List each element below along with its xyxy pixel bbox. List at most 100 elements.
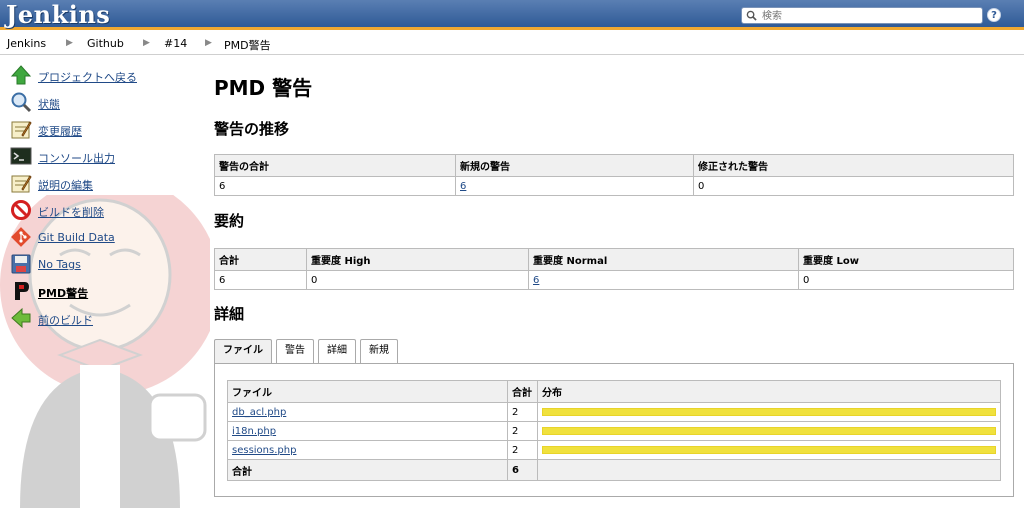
file-link[interactable]: sessions.php — [232, 445, 296, 456]
summary-header-high: 重要度 High — [306, 248, 529, 271]
table-row: db_acl.php 2 — [227, 402, 1001, 422]
breadcrumb-build[interactable]: #14 — [164, 37, 187, 50]
total-value: 6 — [507, 459, 538, 481]
breadcrumb-separator-icon: ▶ — [143, 38, 150, 48]
details-heading: 詳細 — [214, 305, 245, 323]
no-entry-icon — [11, 200, 31, 220]
sidebar-item-label[interactable]: ビルドを削除 — [38, 204, 104, 220]
up-arrow-icon — [10, 65, 32, 85]
summary-total-value: 6 — [214, 270, 307, 290]
file-distribution-cell — [537, 440, 1001, 460]
trend-header-total: 警告の合計 — [214, 154, 456, 177]
table-row: 6 6 0 — [214, 176, 1014, 196]
sidebar-item-previous-build[interactable]: 前のビルド — [10, 307, 200, 331]
save-icon — [11, 254, 31, 274]
help-icon[interactable]: ? — [987, 8, 1001, 22]
tab-new[interactable]: 新規 — [360, 339, 398, 363]
file-count: 2 — [507, 402, 538, 422]
trend-heading: 警告の推移 — [214, 120, 290, 138]
sidebar-item-status[interactable]: 状態 — [10, 91, 200, 115]
summary-header-total: 合計 — [214, 248, 307, 271]
jenkins-logo[interactable]: Jenkins — [6, 0, 110, 29]
trend-new-link[interactable]: 6 — [460, 181, 466, 192]
sidebar-item-label[interactable]: Git Build Data — [38, 231, 115, 244]
sidebar-item-label[interactable]: 状態 — [38, 96, 60, 112]
git-icon — [11, 227, 31, 247]
distribution-bar[interactable] — [542, 427, 996, 435]
tab-panel: ファイル 合計 分布 db_acl.php 2 i18n.php 2 sessi… — [214, 363, 1014, 497]
sidebar-item-label[interactable]: 説明の編集 — [38, 177, 93, 193]
file-distribution-cell — [537, 402, 1001, 422]
file-link[interactable]: db_acl.php — [232, 407, 286, 418]
total-empty-cell — [537, 459, 1001, 481]
sidebar-item-no-tags[interactable]: No Tags — [10, 253, 200, 277]
sidebar-item-back-to-project[interactable]: プロジェクトへ戻る — [10, 64, 200, 88]
table-total-row: 合計 6 — [227, 459, 1001, 481]
file-distribution-cell — [537, 421, 1001, 441]
sidebar-item-edit-description[interactable]: 説明の編集 — [10, 172, 200, 196]
sidebar-item-label[interactable]: 前のビルド — [38, 312, 93, 328]
file-cell: sessions.php — [227, 440, 508, 460]
pmd-icon — [15, 282, 29, 300]
files-table: ファイル 合計 分布 db_acl.php 2 i18n.php 2 sessi… — [227, 380, 1001, 481]
header-bar: Jenkins ? — [0, 0, 1024, 30]
left-arrow-icon — [11, 307, 31, 329]
trend-header-new: 新規の警告 — [455, 154, 694, 177]
table-header-row: 警告の合計 新規の警告 修正された警告 — [214, 154, 1014, 177]
trend-total-value: 6 — [214, 176, 456, 196]
breadcrumb-separator-icon: ▶ — [205, 38, 212, 48]
summary-normal-cell: 6 — [528, 270, 799, 290]
sidebar-item-pmd-warnings[interactable]: PMD警告 — [10, 280, 200, 304]
summary-heading: 要約 — [214, 212, 245, 230]
sidebar-item-label[interactable]: プロジェクトへ戻る — [38, 69, 137, 85]
files-header-file: ファイル — [227, 380, 508, 403]
sidebar-item-console[interactable]: コンソール出力 — [10, 145, 200, 169]
trend-table: 警告の合計 新規の警告 修正された警告 6 6 0 — [214, 154, 1014, 196]
trend-new-cell: 6 — [455, 176, 694, 196]
table-row: i18n.php 2 — [227, 421, 1001, 441]
summary-header-low: 重要度 Low — [798, 248, 1014, 271]
page-title: PMD 警告 — [214, 76, 313, 100]
sidebar-item-label[interactable]: コンソール出力 — [38, 150, 115, 166]
breadcrumb-github[interactable]: Github — [87, 37, 124, 50]
breadcrumb-jenkins[interactable]: Jenkins — [7, 37, 46, 50]
magnifier-icon — [11, 92, 32, 113]
file-cell: db_acl.php — [227, 402, 508, 422]
tab-warnings[interactable]: 警告 — [276, 339, 314, 363]
table-header-row: 合計 重要度 High 重要度 Normal 重要度 Low — [214, 248, 1014, 271]
trend-fixed-value: 0 — [693, 176, 1014, 196]
table-row: sessions.php 2 — [227, 440, 1001, 460]
sidebar-item-delete-build[interactable]: ビルドを削除 — [10, 199, 200, 223]
search-input[interactable] — [762, 9, 980, 23]
summary-header-normal: 重要度 Normal — [528, 248, 799, 271]
summary-table: 合計 重要度 High 重要度 Normal 重要度 Low 6 0 6 0 — [214, 248, 1014, 290]
sidebar-item-label[interactable]: 変更履歴 — [38, 123, 82, 139]
sidebar-item-changes[interactable]: 変更履歴 — [10, 118, 200, 142]
tab-files[interactable]: ファイル — [214, 339, 272, 364]
summary-normal-link[interactable]: 6 — [533, 275, 539, 286]
sidebar-item-label[interactable]: PMD警告 — [38, 285, 88, 301]
summary-high-value: 0 — [306, 270, 529, 290]
file-cell: i18n.php — [227, 421, 508, 441]
files-header-count: 合計 — [507, 380, 538, 403]
table-header-row: ファイル 合計 分布 — [227, 380, 1001, 403]
files-header-distribution: 分布 — [537, 380, 1001, 403]
breadcrumb-pmd[interactable]: PMD警告 — [224, 37, 271, 53]
tab-details[interactable]: 詳細 — [318, 339, 356, 363]
sidebar-item-git-build-data[interactable]: Git Build Data — [10, 226, 200, 250]
distribution-bar[interactable] — [542, 446, 996, 454]
sidebar-item-label[interactable]: No Tags — [38, 258, 81, 271]
notepad-icon — [11, 175, 32, 193]
file-link[interactable]: i18n.php — [232, 426, 276, 437]
trend-header-fixed: 修正された警告 — [693, 154, 1014, 177]
total-label: 合計 — [227, 459, 508, 481]
search-box[interactable] — [741, 7, 983, 24]
search-icon — [746, 10, 757, 21]
breadcrumb-separator-icon: ▶ — [66, 38, 73, 48]
table-row: 6 0 6 0 — [214, 270, 1014, 290]
distribution-bar[interactable] — [542, 408, 996, 416]
file-count: 2 — [507, 421, 538, 441]
summary-low-value: 0 — [798, 270, 1014, 290]
notepad-icon — [11, 121, 32, 139]
file-count: 2 — [507, 440, 538, 460]
